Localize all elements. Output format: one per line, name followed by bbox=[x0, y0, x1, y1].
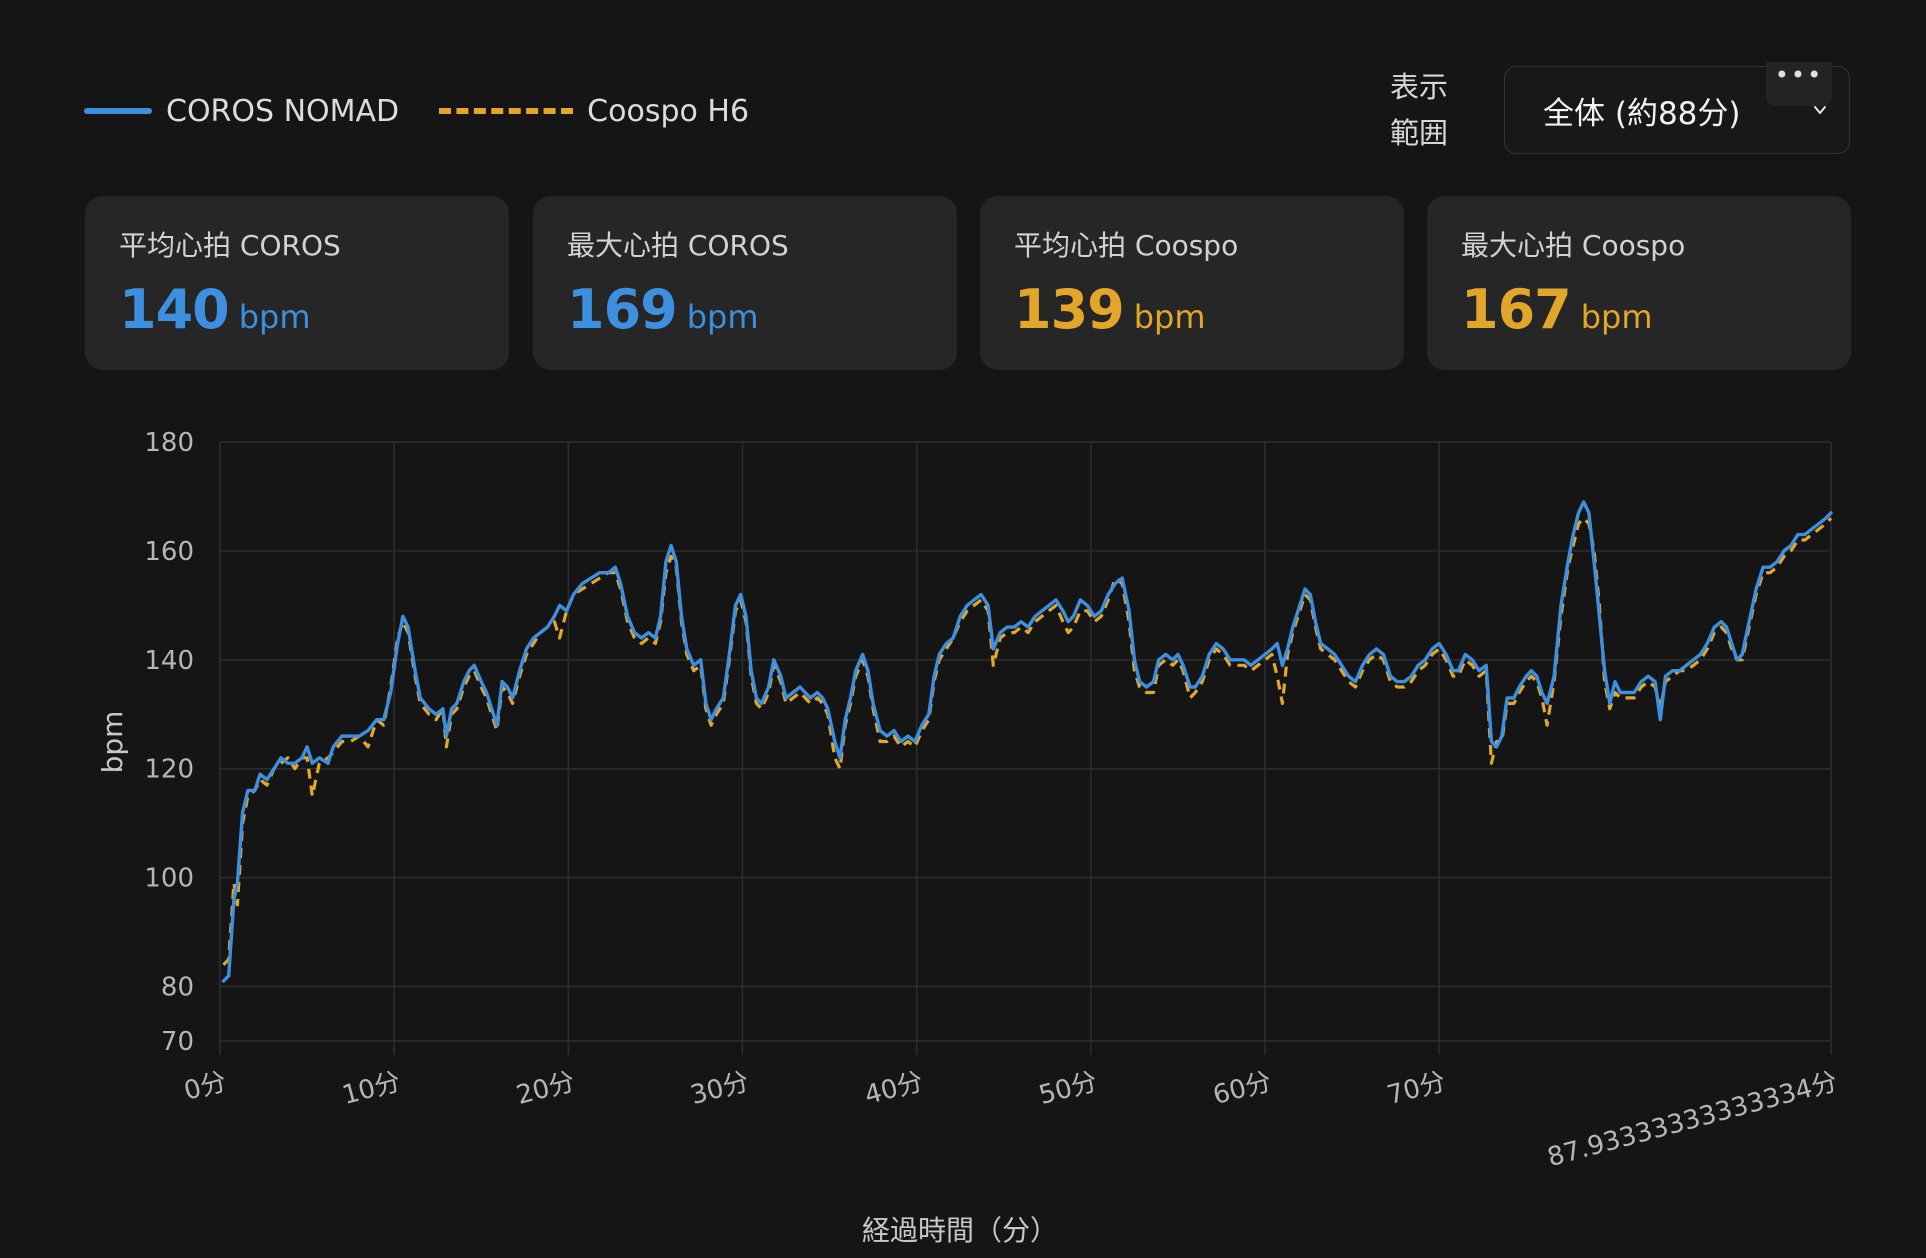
x-tick-label: 50分 bbox=[1036, 1067, 1101, 1111]
chart-series bbox=[221, 500, 1833, 983]
x-tick-label: 87.93333333333334分 bbox=[1544, 1067, 1841, 1173]
x-tick-label: 70分 bbox=[1384, 1067, 1449, 1111]
chart-grid bbox=[219, 441, 1832, 1055]
chart-labels: 70 80 100 120 140 160 180 0分 10分 20分 30分 40分 50分 60分 7… bbox=[144, 428, 1840, 1173]
x-tick-label: 20分 bbox=[513, 1067, 578, 1111]
heart-rate-chart: 70 80 100 120 140 160 180 0分 10分 20分 30分 40分 50分 60分 7… bbox=[96, 428, 1841, 1247]
x-tick-label: 30分 bbox=[687, 1067, 752, 1111]
x-tick-label: 60分 bbox=[1210, 1067, 1275, 1111]
series-line-coros bbox=[221, 500, 1833, 983]
y-tick-label: 160 bbox=[144, 537, 194, 567]
x-axis-title: 経過時間（分） bbox=[862, 1214, 1058, 1247]
y-tick-label: 80 bbox=[161, 973, 194, 1003]
y-tick-label: 120 bbox=[144, 755, 194, 785]
x-tick-label: 0分 bbox=[181, 1067, 230, 1107]
x-tick-label: 10分 bbox=[339, 1067, 404, 1111]
x-tick-label: 40分 bbox=[862, 1067, 927, 1111]
y-axis-title: bpm bbox=[96, 711, 129, 774]
y-tick-label: 70 bbox=[161, 1027, 194, 1057]
series-line-coospo bbox=[222, 516, 1833, 966]
y-tick-label: 100 bbox=[144, 864, 194, 894]
y-tick-label: 140 bbox=[144, 646, 194, 676]
y-tick-label: 180 bbox=[144, 428, 194, 458]
